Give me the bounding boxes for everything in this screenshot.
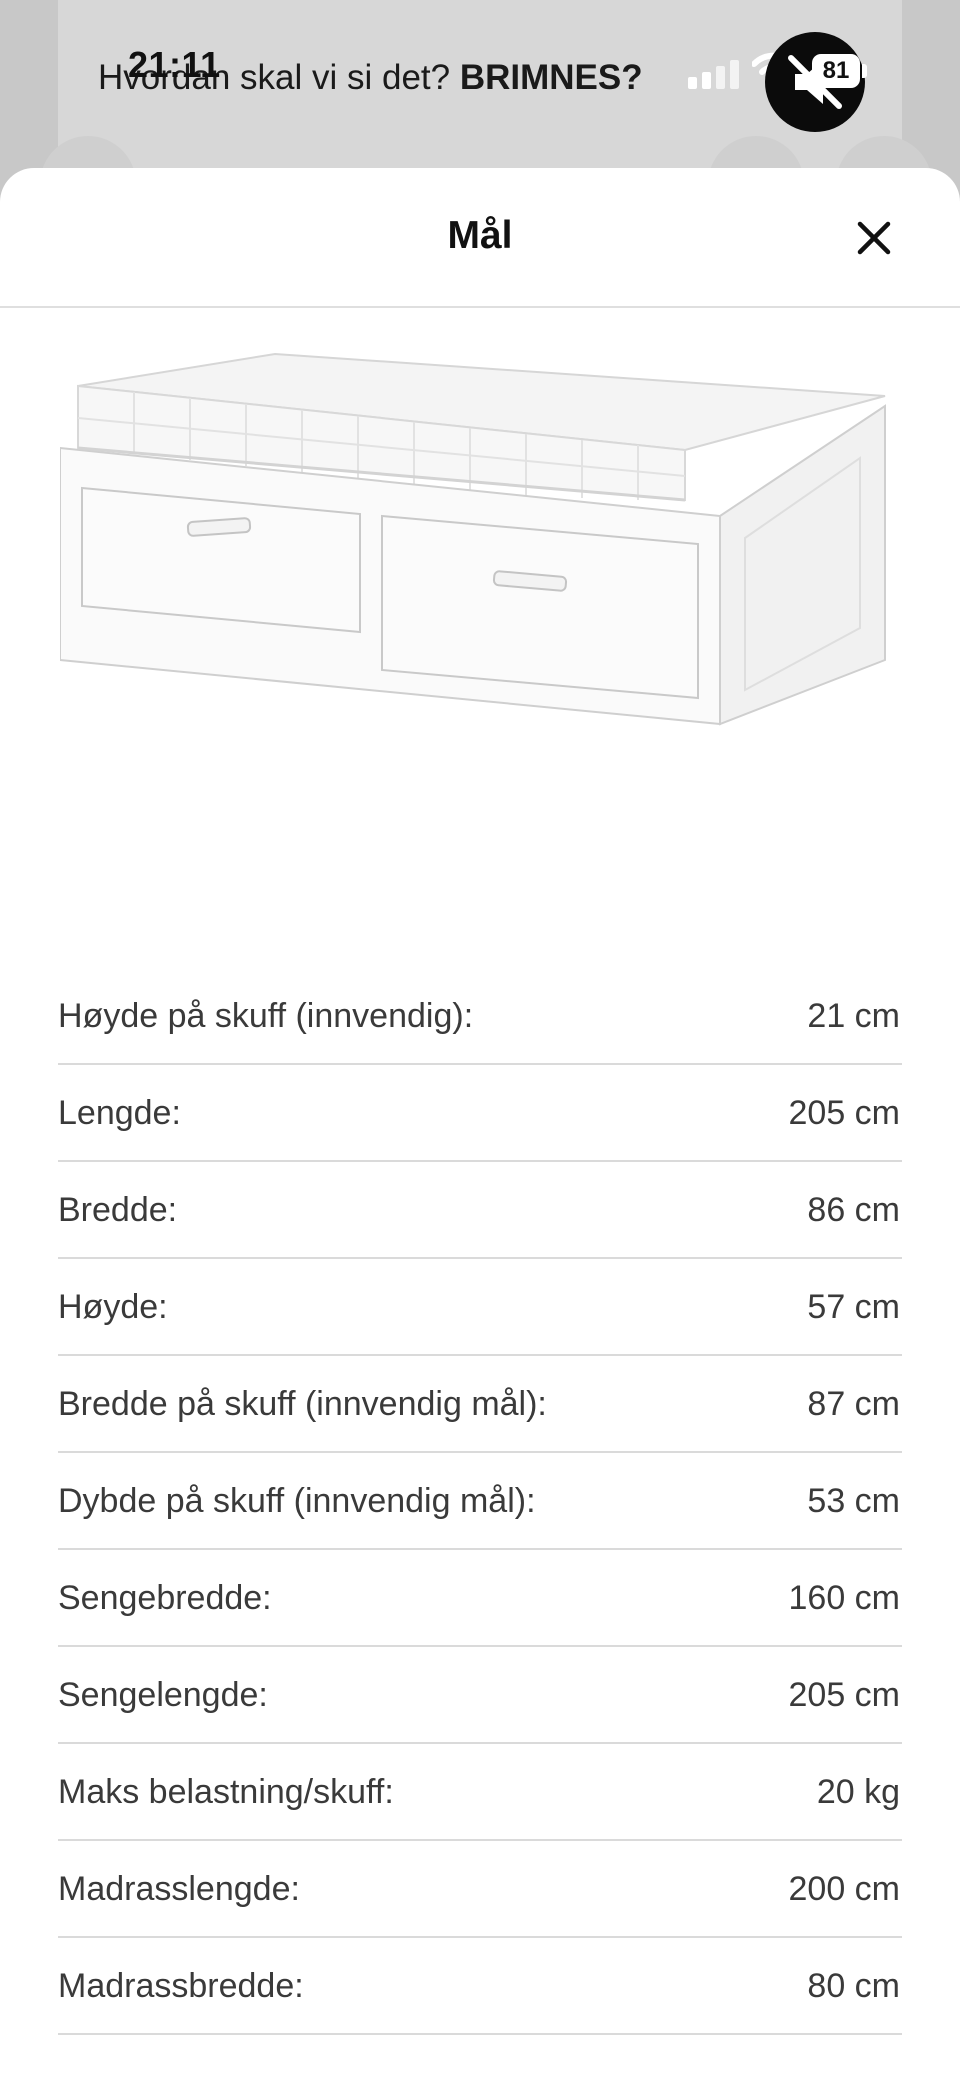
sheet-header: Mål: [0, 168, 960, 308]
dimension-row: Madrassbredde: 80 cm: [58, 1938, 902, 2035]
dimension-row: Madrasslengde: 200 cm: [58, 1841, 902, 1938]
dimension-row: Lengde: 205 cm: [58, 1065, 902, 1162]
dimension-label: Madrassbredde:: [58, 1966, 304, 2005]
dimension-label: Sengelengde:: [58, 1675, 268, 1714]
dimension-row: Maks belastning/skuff: 20 kg: [58, 1744, 902, 1841]
dimension-label: Høyde på skuff (innvendig):: [58, 996, 474, 1035]
background-title-emphasis: BRIMNES?: [459, 58, 643, 97]
dimension-value: 160 cm: [788, 1578, 901, 1617]
close-button[interactable]: [848, 212, 900, 264]
status-time: 21:11: [128, 44, 221, 85]
product-image: [60, 352, 886, 726]
dimension-label: Sengebredde:: [58, 1578, 272, 1617]
dimension-value: 86 cm: [807, 1190, 900, 1229]
dimension-value: 205 cm: [788, 1675, 901, 1714]
dimension-label: Bredde:: [58, 1190, 178, 1229]
dimension-value: 21 cm: [807, 996, 900, 1035]
dimension-value: 20 kg: [816, 1772, 900, 1811]
dimension-label: Dybde på skuff (innvendig mål):: [58, 1481, 536, 1520]
dimensions-list: Høyde på skuff (innvendig): 21 cm Lengde: 2…: [58, 968, 902, 2035]
dimension-value: 53 cm: [807, 1481, 900, 1520]
dimension-row: Bredde: 86 cm: [58, 1162, 902, 1259]
dimensions-sheet: Mål Høyde på skuff (innvendig): 21 cm Le…: [0, 168, 960, 2081]
sheet-title: Mål: [447, 214, 513, 257]
dimension-row: Høyde: 57 cm: [58, 1259, 902, 1356]
dimension-row: Bredde på skuff (innvendig mål): 87 cm: [58, 1356, 902, 1453]
battery-nub: [862, 64, 867, 78]
dimension-label: Madrasslengde:: [58, 1869, 300, 1908]
dimension-value: 200 cm: [788, 1869, 901, 1908]
dimension-row: Høyde på skuff (innvendig): 21 cm: [58, 968, 902, 1065]
dimension-row: Sengelengde: 205 cm: [58, 1647, 902, 1744]
battery-icon: 81: [812, 54, 860, 88]
dimension-value: 87 cm: [807, 1384, 900, 1423]
dimension-label: Bredde på skuff (innvendig mål):: [58, 1384, 547, 1423]
dimension-value: 205 cm: [788, 1093, 901, 1132]
dimension-row: Dybde på skuff (innvendig mål): 53 cm: [58, 1453, 902, 1550]
dimension-row: Sengebredde: 160 cm: [58, 1550, 902, 1647]
signal-icon: [688, 60, 739, 89]
close-icon: [857, 221, 891, 255]
dimension-label: Høyde:: [58, 1287, 168, 1326]
dimension-value: 80 cm: [807, 1966, 900, 2005]
dimension-label: Maks belastning/skuff:: [58, 1772, 394, 1811]
dimension-value: 57 cm: [807, 1287, 900, 1326]
dimension-label: Lengde:: [58, 1093, 181, 1132]
